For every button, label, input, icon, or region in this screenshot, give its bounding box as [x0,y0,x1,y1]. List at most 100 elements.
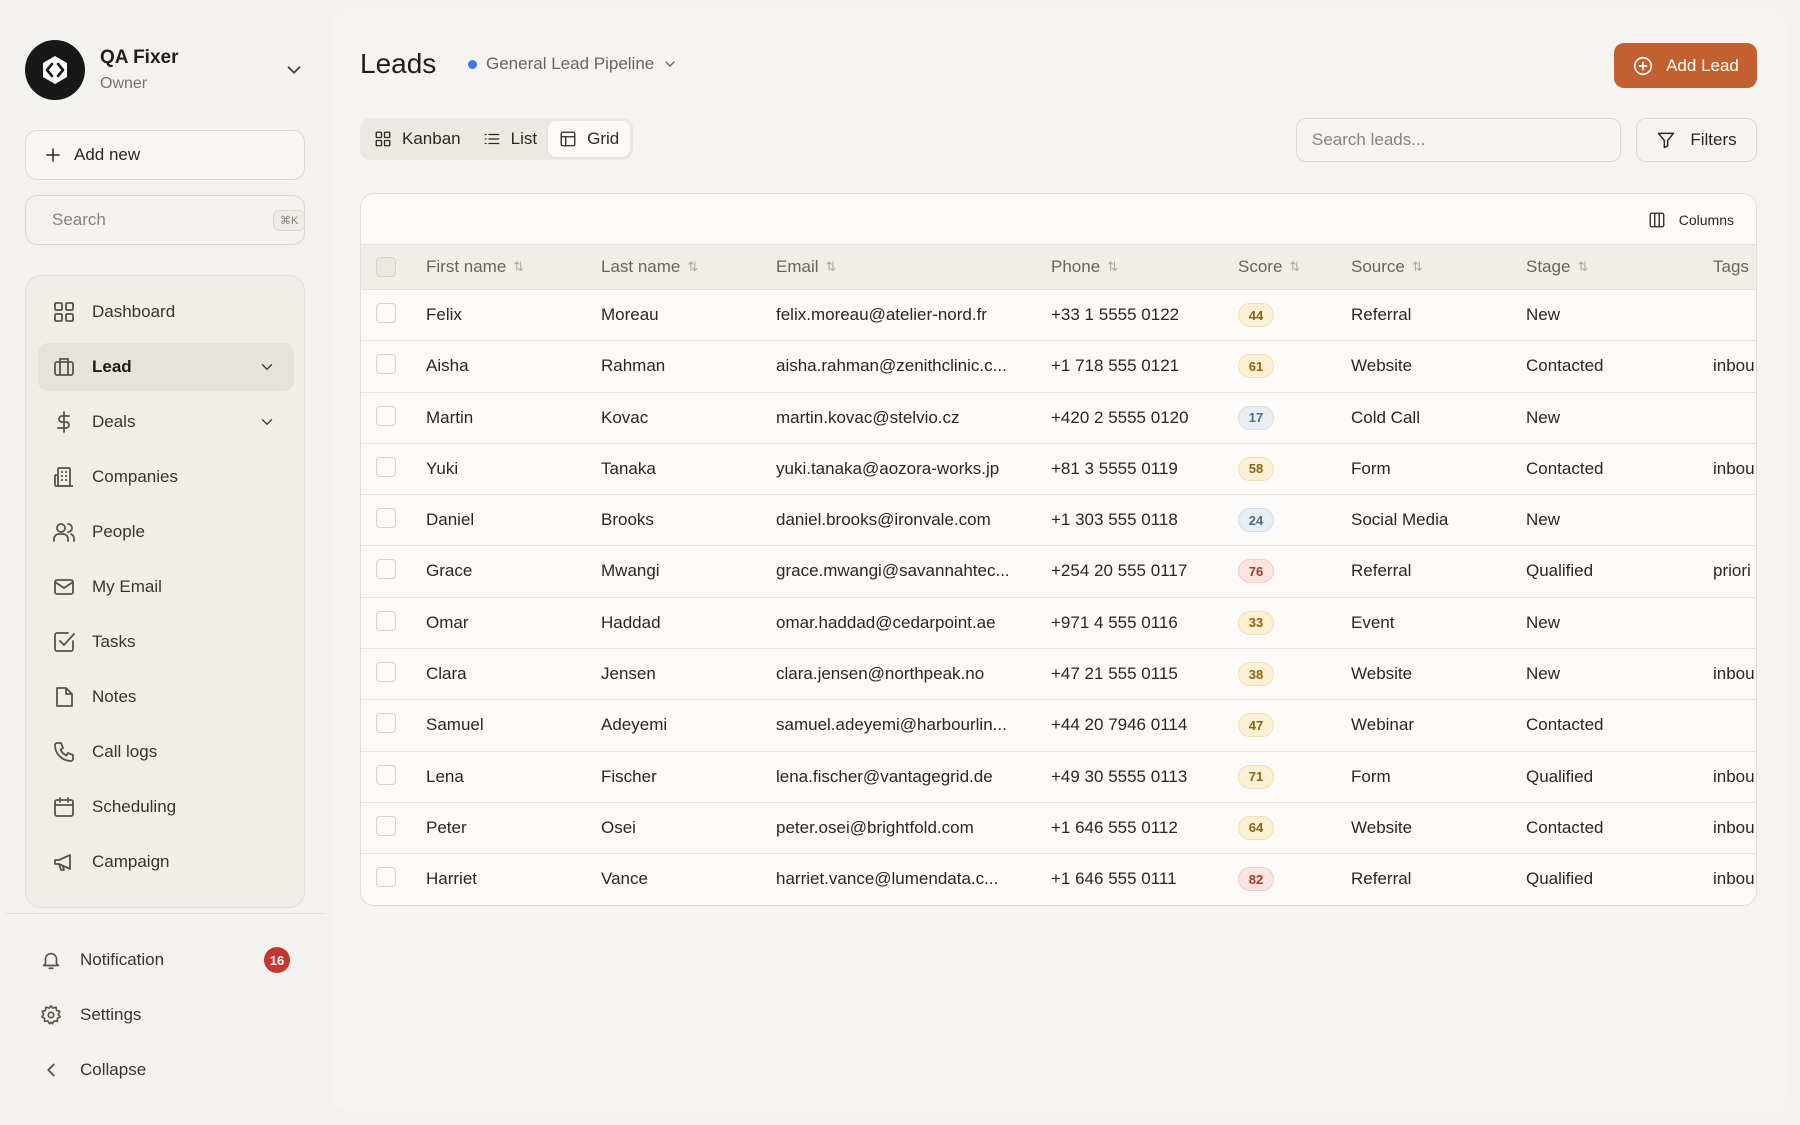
cell-stage: New [1526,664,1561,684]
row-checkbox[interactable] [376,456,396,477]
row-checkbox[interactable] [376,354,396,375]
row-checkbox[interactable] [376,303,396,323]
score-badge: 61 [1238,354,1274,379]
lead-search-input[interactable] [1312,130,1620,150]
cell-first-name: Peter [426,817,467,837]
collapse-button[interactable]: Collapse [25,1048,305,1092]
row-checkbox[interactable] [376,764,396,785]
table-row[interactable]: Omar Haddad omar.haddad@cedarpoint.ae +971 … [361,598,1756,650]
sidebar-item-deals[interactable]: Deals [38,398,294,446]
cell-source: Website [1351,817,1413,837]
cell-email: omar.haddad@cedarpoint.ae [776,612,996,632]
header-email[interactable]: Email ⇅ [776,245,836,289]
row-checkbox[interactable] [376,508,396,529]
cell-source: Cold Call [1351,407,1420,427]
view-list-button[interactable]: List [472,121,548,157]
notification-label: Notification [80,950,165,969]
filters-button[interactable]: Filters [1636,118,1757,162]
sidebar-item-my-email[interactable]: My Email [38,563,294,611]
sidebar-search-input[interactable] [52,210,273,230]
sidebar-item-call-logs[interactable]: Call logs [38,728,294,776]
cell-email: daniel.brooks@ironvale.com [776,510,991,530]
chevron-down-icon[interactable] [258,413,276,431]
checkbox-icon [54,632,75,652]
table-row[interactable]: Martin Kovac martin.kovac@stelvio.cz +420 2… [361,393,1756,444]
score-badge: 58 [1238,456,1274,481]
view-kanban-button[interactable]: Kanban [363,121,472,157]
table-row[interactable]: Grace Mwangi grace.mwangi@savannahtec... +2… [361,546,1756,598]
score-badge: 82 [1238,867,1274,892]
row-checkbox[interactable] [376,815,396,836]
calendar-icon [54,797,74,817]
table-row[interactable]: Peter Osei peter.osei@brightfold.com +1 646… [361,803,1756,855]
header-phone[interactable]: Phone ⇅ [1051,245,1118,289]
header-tags[interactable]: Tags [1713,245,1749,289]
header-score[interactable]: Score ⇅ [1238,245,1300,289]
account-switcher[interactable]: QA Fixer Owner [25,39,305,101]
cell-tags [1713,290,1756,340]
sidebar-item-people[interactable]: People [38,508,294,556]
table-row[interactable]: Felix Moreau felix.moreau@atelier-nord.fr +… [361,290,1756,342]
score-badge: 17 [1238,405,1274,430]
cell-last-name: Fischer [601,766,657,786]
cell-stage: New [1526,407,1561,427]
header-label: Stage [1526,257,1571,276]
table-body: Felix Moreau felix.moreau@atelier-nord.fr +… [361,290,1756,905]
sidebar-item-dashboard[interactable]: Dashboard [38,288,294,336]
table-header: First name ⇅ Last name ⇅ Email ⇅ Phone ⇅ Sco… [361,244,1756,290]
columns-button[interactable]: Columns [1648,208,1734,232]
sidebar-item-label: Lead [92,357,132,376]
sidebar-item-notes[interactable]: Notes [38,673,294,721]
cell-phone: +420 2 5555 0120 [1051,407,1189,427]
cell-source: Form [1351,766,1391,786]
table-row[interactable]: Daniel Brooks daniel.brooks@ironvale.com +1… [361,495,1756,547]
cell-stage: Qualified [1526,766,1594,786]
sidebar-item-scheduling[interactable]: Scheduling [38,783,294,831]
sidebar-item-lead[interactable]: Lead [38,343,294,391]
chevron-down-icon[interactable] [258,358,276,376]
pipeline-selector[interactable]: General Lead Pipeline [468,54,678,74]
row-checkbox[interactable] [376,559,396,580]
cell-score: 64 [1238,803,1338,853]
table-row[interactable]: Lena Fischer lena.fischer@vantagegrid.de +4… [361,752,1756,803]
header-stage[interactable]: Stage ⇅ [1526,245,1588,289]
cell-source: Referral [1351,561,1412,581]
notification-button[interactable]: Notification 16 [25,938,305,982]
view-grid-button[interactable]: Grid [548,121,631,157]
table-row[interactable]: Harriet Vance harriet.vance@lumendata.c...… [361,854,1756,905]
filter-icon [1658,132,1675,149]
row-checkbox[interactable] [376,867,396,888]
table-row[interactable]: Samuel Adeyemi samuel.adeyemi@harbourlin..… [361,700,1756,752]
row-checkbox[interactable] [376,713,396,734]
people-icon [53,523,75,542]
cell-tags [1713,598,1756,648]
sidebar-item-companies[interactable]: Companies [38,453,294,501]
header-source[interactable]: Source ⇅ [1351,245,1423,289]
add-new-button[interactable]: Add new [25,130,305,180]
cell-last-name: Haddad [601,612,661,632]
header-first-name[interactable]: First name ⇅ [426,245,524,289]
sidebar-item-tasks[interactable]: Tasks [38,618,294,666]
add-lead-label: Add Lead [1666,55,1739,75]
cell-email: felix.moreau@atelier-nord.fr [776,305,987,324]
table-row[interactable]: Aisha Rahman aisha.rahman@zenithclinic.c..… [361,341,1756,393]
sidebar-item-campaign[interactable]: Campaign [38,838,294,886]
sidebar-search[interactable]: ⌘K [25,195,306,245]
cell-tags: priori [1713,561,1751,581]
cell-phone: +44 20 7946 0114 [1051,715,1188,735]
row-checkbox[interactable] [376,405,396,426]
header-last-name[interactable]: Last name ⇅ [601,245,698,289]
chevron-down-icon[interactable] [283,59,305,81]
lead-search[interactable] [1296,118,1621,162]
settings-button[interactable]: Settings [25,993,305,1037]
table-row[interactable]: Yuki Tanaka yuki.tanaka@aozora-works.jp +81… [361,444,1756,496]
select-all-checkbox[interactable] [376,257,396,277]
cell-first-name: Aisha [426,356,469,376]
table-row[interactable]: Clara Jensen clara.jensen@northpeak.no +47 … [361,649,1756,701]
row-checkbox[interactable] [376,662,396,683]
mail-icon [54,579,74,595]
cell-source: Website [1351,664,1413,684]
add-lead-button[interactable]: Add Lead [1614,43,1757,88]
row-checkbox[interactable] [376,610,396,631]
cell-phone: +81 3 5555 0119 [1051,458,1178,478]
